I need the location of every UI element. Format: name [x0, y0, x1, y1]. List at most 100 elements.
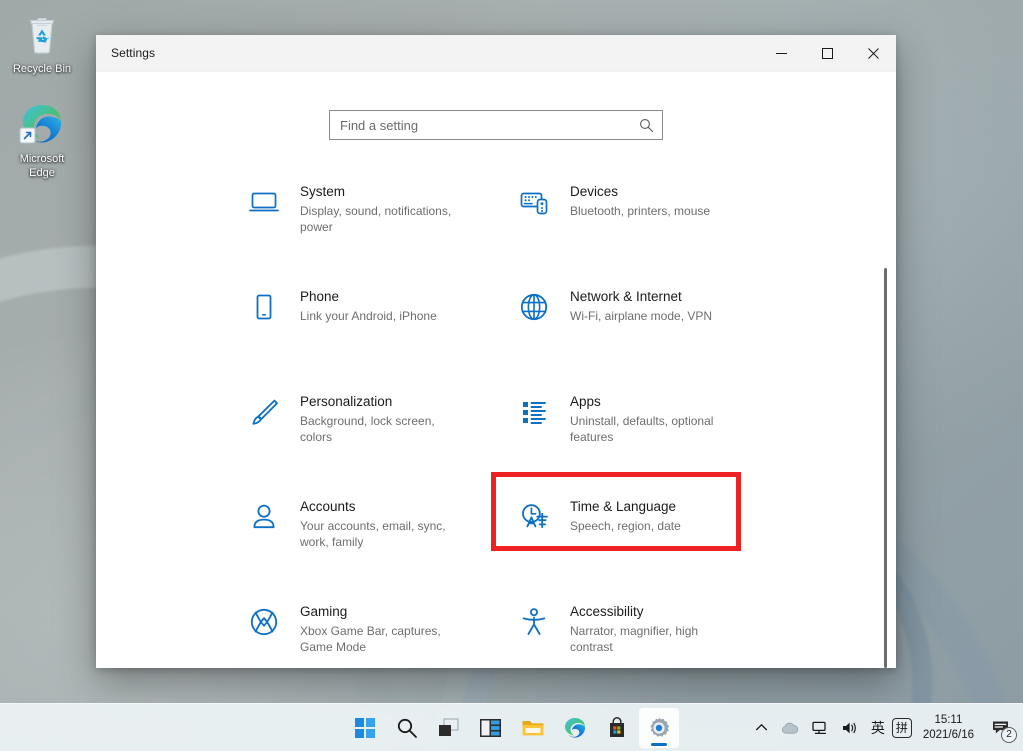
- close-button[interactable]: [850, 35, 896, 72]
- tile-title: Network & Internet: [570, 288, 712, 305]
- settings-tile-grid: System Display, sound, notifications, po…: [96, 176, 896, 668]
- windows-logo-icon: [354, 717, 376, 739]
- monitor-icon: [244, 182, 284, 222]
- maximize-button[interactable]: [804, 35, 850, 72]
- settings-scrollbar[interactable]: [883, 72, 889, 668]
- microsoft-store-button[interactable]: [597, 708, 637, 748]
- store-icon: [606, 717, 628, 739]
- tile-description: Xbox Game Bar, captures, Game Mode: [300, 623, 468, 655]
- tile-title: Devices: [570, 183, 710, 200]
- recycle-bin-icon: [18, 10, 66, 58]
- ime-mode-button[interactable]: 拼: [892, 718, 912, 738]
- tile-title: Accessibility: [570, 603, 738, 620]
- settings-body: System Display, sound, notifications, po…: [96, 72, 896, 668]
- tile-text: Network & Internet Wi-Fi, airplane mode,…: [570, 285, 712, 324]
- taskbar-center-group: [345, 708, 679, 748]
- tile-text: Personalization Background, lock screen,…: [300, 390, 468, 445]
- tile-title: Gaming: [300, 603, 468, 620]
- tile-text: Accessibility Narrator, magnifier, high …: [570, 600, 738, 655]
- tile-title: Time & Language: [570, 498, 681, 515]
- clock-button[interactable]: 15:11 2021/6/16: [914, 713, 983, 743]
- tile-text: System Display, sound, notifications, po…: [300, 180, 468, 235]
- settings-tile-devices[interactable]: Devices Bluetooth, printers, mouse: [514, 176, 784, 281]
- desktop-icon-recycle-bin[interactable]: Recycle Bin: [2, 10, 82, 76]
- clock-time: 15:11: [923, 713, 974, 728]
- edge-icon: [563, 716, 587, 740]
- desktop-icon-label: Recycle Bin: [13, 63, 71, 75]
- settings-window[interactable]: Settings: [96, 35, 896, 668]
- devices-icon: [514, 182, 554, 222]
- taskbar[interactable]: 英 拼 15:11 2021/6/16 2: [0, 703, 1023, 751]
- settings-tile-accounts[interactable]: Accounts Your accounts, email, sync, wor…: [244, 491, 514, 596]
- tile-title: System: [300, 183, 468, 200]
- settings-taskbar-button[interactable]: [639, 708, 679, 748]
- task-view-icon: [437, 717, 461, 739]
- tile-text: Devices Bluetooth, printers, mouse: [570, 180, 710, 219]
- tile-description: Narrator, magnifier, high contrast: [570, 623, 738, 655]
- search-icon[interactable]: [639, 111, 654, 139]
- tile-text: Gaming Xbox Game Bar, captures, Game Mod…: [300, 600, 468, 655]
- notifications-button[interactable]: 2: [985, 711, 1017, 745]
- folder-icon: [521, 717, 545, 739]
- tile-description: Wi-Fi, airplane mode, VPN: [570, 308, 712, 324]
- settings-tile-phone[interactable]: Phone Link your Android, iPhone: [244, 281, 514, 386]
- window-titlebar[interactable]: Settings: [96, 35, 896, 72]
- tile-description: Uninstall, defaults, optional features: [570, 413, 738, 445]
- tile-description: Speech, region, date: [570, 518, 681, 534]
- tile-description: Bluetooth, printers, mouse: [570, 203, 710, 219]
- accessibility-icon: [514, 602, 554, 642]
- tile-description: Your accounts, email, sync, work, family: [300, 518, 468, 550]
- network-icon: [811, 720, 829, 736]
- time-language-icon: [514, 497, 554, 537]
- apps-list-icon: [514, 392, 554, 432]
- notification-badge: 2: [1001, 727, 1017, 743]
- search-row: [96, 72, 896, 140]
- task-view-button[interactable]: [429, 708, 469, 748]
- person-icon: [244, 497, 284, 537]
- system-tray: 英 拼 15:11 2021/6/16 2: [750, 704, 1017, 751]
- scrollbar-thumb[interactable]: [884, 268, 887, 668]
- onedrive-tray-button[interactable]: [775, 711, 804, 745]
- settings-tile-gaming[interactable]: Gaming Xbox Game Bar, captures, Game Mod…: [244, 596, 514, 668]
- settings-tile-personalization[interactable]: Personalization Background, lock screen,…: [244, 386, 514, 491]
- show-hidden-icons-button[interactable]: [750, 711, 773, 745]
- tile-title: Accounts: [300, 498, 468, 515]
- start-button[interactable]: [345, 708, 385, 748]
- chevron-up-icon: [755, 721, 768, 734]
- settings-tile-system[interactable]: System Display, sound, notifications, po…: [244, 176, 514, 281]
- cloud-icon: [780, 721, 799, 735]
- tile-description: Link your Android, iPhone: [300, 308, 437, 324]
- tile-text: Apps Uninstall, defaults, optional featu…: [570, 390, 738, 445]
- search-input[interactable]: [330, 118, 662, 133]
- network-tray-button[interactable]: [806, 711, 834, 745]
- edge-icon: [18, 100, 66, 148]
- phone-icon: [244, 287, 284, 327]
- clock-date: 2021/6/16: [923, 728, 974, 743]
- tile-title: Personalization: [300, 393, 468, 410]
- gear-icon: [647, 716, 671, 740]
- tile-text: Time & Language Speech, region, date: [570, 495, 681, 534]
- window-controls[interactable]: [758, 35, 896, 72]
- settings-tile-network-internet[interactable]: Network & Internet Wi-Fi, airplane mode,…: [514, 281, 784, 386]
- desktop-icon-label-line2: Edge: [29, 167, 55, 179]
- ime-language-button[interactable]: 英: [866, 711, 890, 745]
- tile-text: Accounts Your accounts, email, sync, wor…: [300, 495, 468, 550]
- volume-tray-button[interactable]: [836, 711, 864, 745]
- minimize-button[interactable]: [758, 35, 804, 72]
- settings-tile-accessibility[interactable]: Accessibility Narrator, magnifier, high …: [514, 596, 784, 668]
- window-title: Settings: [111, 46, 155, 60]
- widgets-button[interactable]: [471, 708, 511, 748]
- file-explorer-button[interactable]: [513, 708, 553, 748]
- tile-title: Apps: [570, 393, 738, 410]
- settings-tile-apps[interactable]: Apps Uninstall, defaults, optional featu…: [514, 386, 784, 491]
- desktop-icon-label-line1: Microsoft: [20, 153, 65, 165]
- edge-button[interactable]: [555, 708, 595, 748]
- search-box[interactable]: [329, 110, 663, 140]
- desktop[interactable]: Recycle Bin: [0, 0, 1023, 751]
- settings-tile-time-language[interactable]: Time & Language Speech, region, date: [496, 477, 736, 546]
- tile-title: Phone: [300, 288, 437, 305]
- desktop-icon-microsoft-edge[interactable]: Microsoft Edge: [2, 100, 82, 180]
- search-button[interactable]: [387, 708, 427, 748]
- brush-icon: [244, 392, 284, 432]
- xbox-icon: [244, 602, 284, 642]
